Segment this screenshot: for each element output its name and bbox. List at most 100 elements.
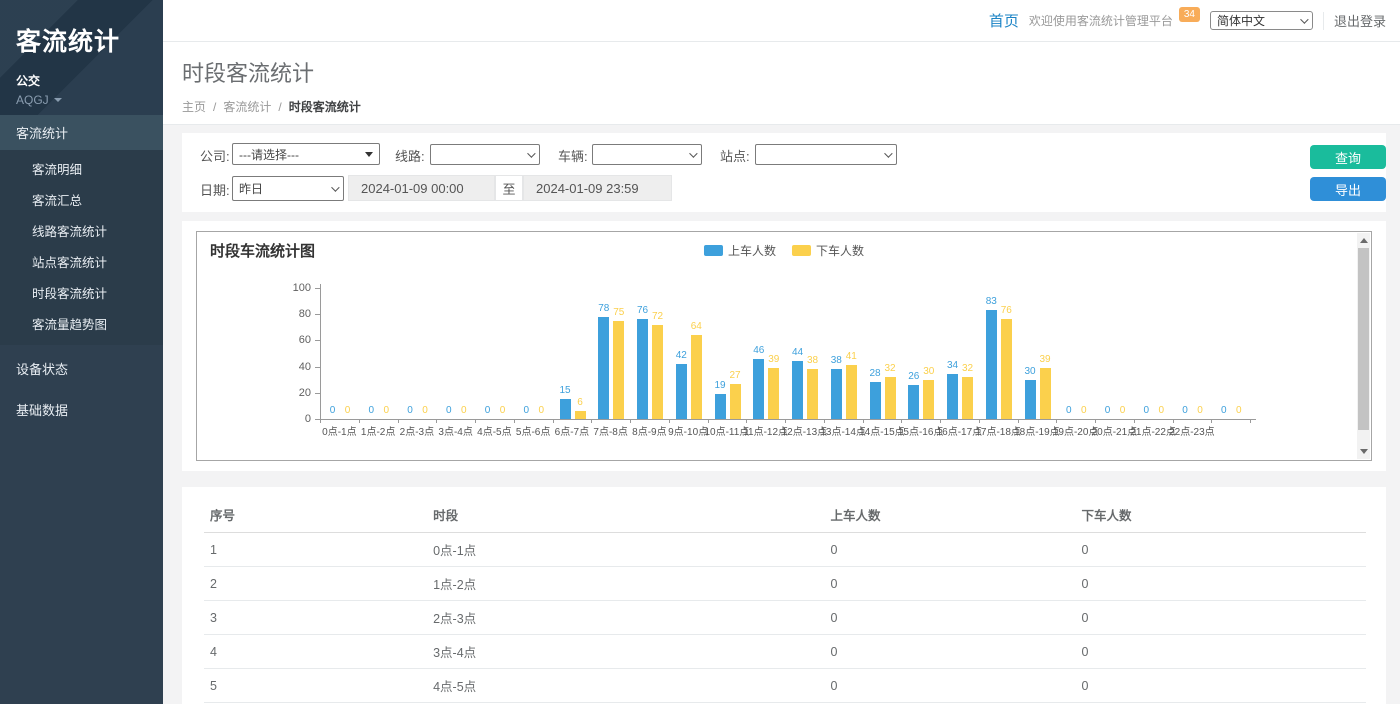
- scroll-up-icon[interactable]: [1360, 238, 1368, 243]
- x-category-label: 7点-8点: [591, 423, 630, 438]
- export-button[interactable]: 导出: [1310, 177, 1386, 201]
- x-category-label: 13点-14点: [824, 423, 863, 438]
- content: 公司: ---请选择--- 线路: 车辆: 站点: 日期:: [163, 125, 1400, 704]
- x-category-label: 10点-11点: [708, 423, 747, 438]
- user-menu[interactable]: AQGJ: [16, 93, 147, 107]
- col-alighting: 下车人数: [1075, 497, 1366, 533]
- sidebar-item-station-stats[interactable]: 站点客流统计: [0, 246, 163, 277]
- period-stats-table: 序号 时段 上车人数 下车人数 10点-1点0021点-2点0032点-3点00…: [204, 497, 1366, 704]
- bar: [730, 384, 741, 419]
- page-title: 时段客流统计: [182, 56, 1400, 88]
- breadcrumb-section[interactable]: 客流统计: [223, 98, 271, 115]
- table-cell: 2点-3点: [427, 601, 824, 635]
- bar: [715, 394, 726, 419]
- table-cell: 5: [204, 669, 427, 703]
- sidebar-item-period-stats[interactable]: 时段客流统计: [0, 277, 163, 308]
- sidebar-nav: 客流统计 客流明细 客流汇总 线路客流统计 站点客流统计 时段客流统计 客流量趋…: [0, 115, 163, 427]
- sidebar-item-trend-chart[interactable]: 客流量趋势图: [0, 308, 163, 339]
- sidebar-item-flow-summary[interactable]: 客流汇总: [0, 184, 163, 215]
- language-value: 简体中文: [1217, 12, 1265, 29]
- bar: [807, 369, 818, 419]
- user-name: AQGJ: [16, 93, 49, 107]
- home-link[interactable]: 首页: [989, 10, 1019, 31]
- table-cell: 3点-4点: [427, 635, 824, 669]
- notification-badge[interactable]: 34: [1179, 7, 1200, 22]
- x-category-label: 11点-12点: [746, 423, 785, 438]
- bar-value-label: 41: [836, 351, 866, 362]
- date-end-input[interactable]: 2024-01-09 23:59: [523, 175, 672, 201]
- table-cell: 0: [824, 533, 1075, 567]
- table-panel: 序号 时段 上车人数 下车人数 10点-1点0021点-2点0032点-3点00…: [182, 487, 1386, 704]
- table-row: 10点-1点00: [204, 533, 1366, 567]
- sidebar-item-line-stats[interactable]: 线路客流统计: [0, 215, 163, 246]
- chevron-down-icon: [331, 183, 339, 191]
- table-cell: 0: [1075, 601, 1366, 635]
- bar-value-label: 76: [991, 305, 1021, 316]
- scrollbar-thumb[interactable]: [1358, 248, 1369, 430]
- chart-panel: 时段车流统计图 上车人数下车人数 020406080100000点-1点001点…: [182, 221, 1386, 471]
- table-row: 32点-3点00: [204, 601, 1366, 635]
- x-axis-line: [320, 419, 1256, 420]
- x-category-label: 4点-5点: [475, 423, 514, 438]
- bar: [986, 310, 997, 419]
- bar: [923, 380, 934, 419]
- date-start-input[interactable]: 2024-01-09 00:00: [348, 175, 495, 201]
- date-label: 日期:: [200, 180, 230, 199]
- chevron-down-icon: [689, 149, 697, 157]
- x-category-label: 14点-15点: [863, 423, 902, 438]
- col-index: 序号: [204, 497, 427, 533]
- bar: [870, 382, 881, 419]
- date-preset-select[interactable]: 昨日: [232, 176, 344, 201]
- table-cell: 3: [204, 601, 427, 635]
- table-cell: 0: [824, 635, 1075, 669]
- vehicle-label: 车辆:: [558, 146, 588, 165]
- vehicle-select[interactable]: [592, 144, 702, 165]
- y-tick-label: 20: [273, 387, 311, 399]
- bar-value-label: 0: [1224, 405, 1254, 416]
- x-category-label: 9点-10点: [669, 423, 708, 438]
- bar: [768, 368, 779, 419]
- station-label: 站点:: [720, 146, 750, 165]
- sidebar-item-passenger-stats[interactable]: 客流统计: [0, 115, 163, 150]
- x-category-label: 3点-4点: [436, 423, 475, 438]
- x-category-label: 18点-19点: [1018, 423, 1057, 438]
- x-tick: [1250, 419, 1251, 423]
- bar: [846, 365, 857, 419]
- app-window: 客流统计 公交 AQGJ 客流统计 客流明细 客流汇总 线路客流统计 站点客流统…: [0, 0, 1400, 704]
- bar: [691, 335, 702, 419]
- table-cell: 4点-5点: [427, 669, 824, 703]
- sidebar-item-device-status[interactable]: 设备状态: [0, 351, 163, 386]
- table-cell: 4: [204, 635, 427, 669]
- logout-link[interactable]: 退出登录: [1334, 11, 1386, 30]
- table-cell: 1: [204, 533, 427, 567]
- line-select[interactable]: [430, 144, 540, 165]
- bar: [908, 385, 919, 419]
- bar: [575, 411, 586, 419]
- page-heading: 时段客流统计 主页 / 客流统计 / 时段客流统计: [163, 42, 1400, 125]
- bar: [792, 361, 803, 419]
- x-category-label: 21点-22点: [1134, 423, 1173, 438]
- sidebar-item-base-data[interactable]: 基础数据: [0, 392, 163, 427]
- bar: [676, 364, 687, 419]
- y-tick: [315, 340, 320, 341]
- station-select[interactable]: [755, 144, 897, 165]
- company-select[interactable]: ---请选择---: [232, 143, 380, 165]
- query-button[interactable]: 查询: [1310, 145, 1386, 169]
- sidebar-item-flow-detail[interactable]: 客流明细: [0, 153, 163, 184]
- breadcrumb-home[interactable]: 主页: [182, 98, 206, 115]
- bar: [885, 377, 896, 419]
- bar: [652, 325, 663, 419]
- breadcrumb-separator: /: [213, 100, 216, 114]
- col-period: 时段: [427, 497, 824, 533]
- date-preset-value: 昨日: [239, 180, 263, 197]
- y-tick: [315, 367, 320, 368]
- welcome-text: 欢迎使用客流统计管理平台: [1029, 12, 1173, 29]
- col-boarding: 上车人数: [824, 497, 1075, 533]
- sidebar-header: 客流统计 公交 AQGJ: [0, 0, 163, 115]
- topbar: 首页 欢迎使用客流统计管理平台 34 简体中文 退出登录: [163, 0, 1400, 42]
- x-category-label: 15点-16点: [901, 423, 940, 438]
- table-cell: 0: [1075, 533, 1366, 567]
- language-select[interactable]: 简体中文: [1210, 11, 1313, 30]
- chart-scrollbar[interactable]: [1357, 233, 1370, 459]
- scroll-down-icon[interactable]: [1360, 449, 1368, 454]
